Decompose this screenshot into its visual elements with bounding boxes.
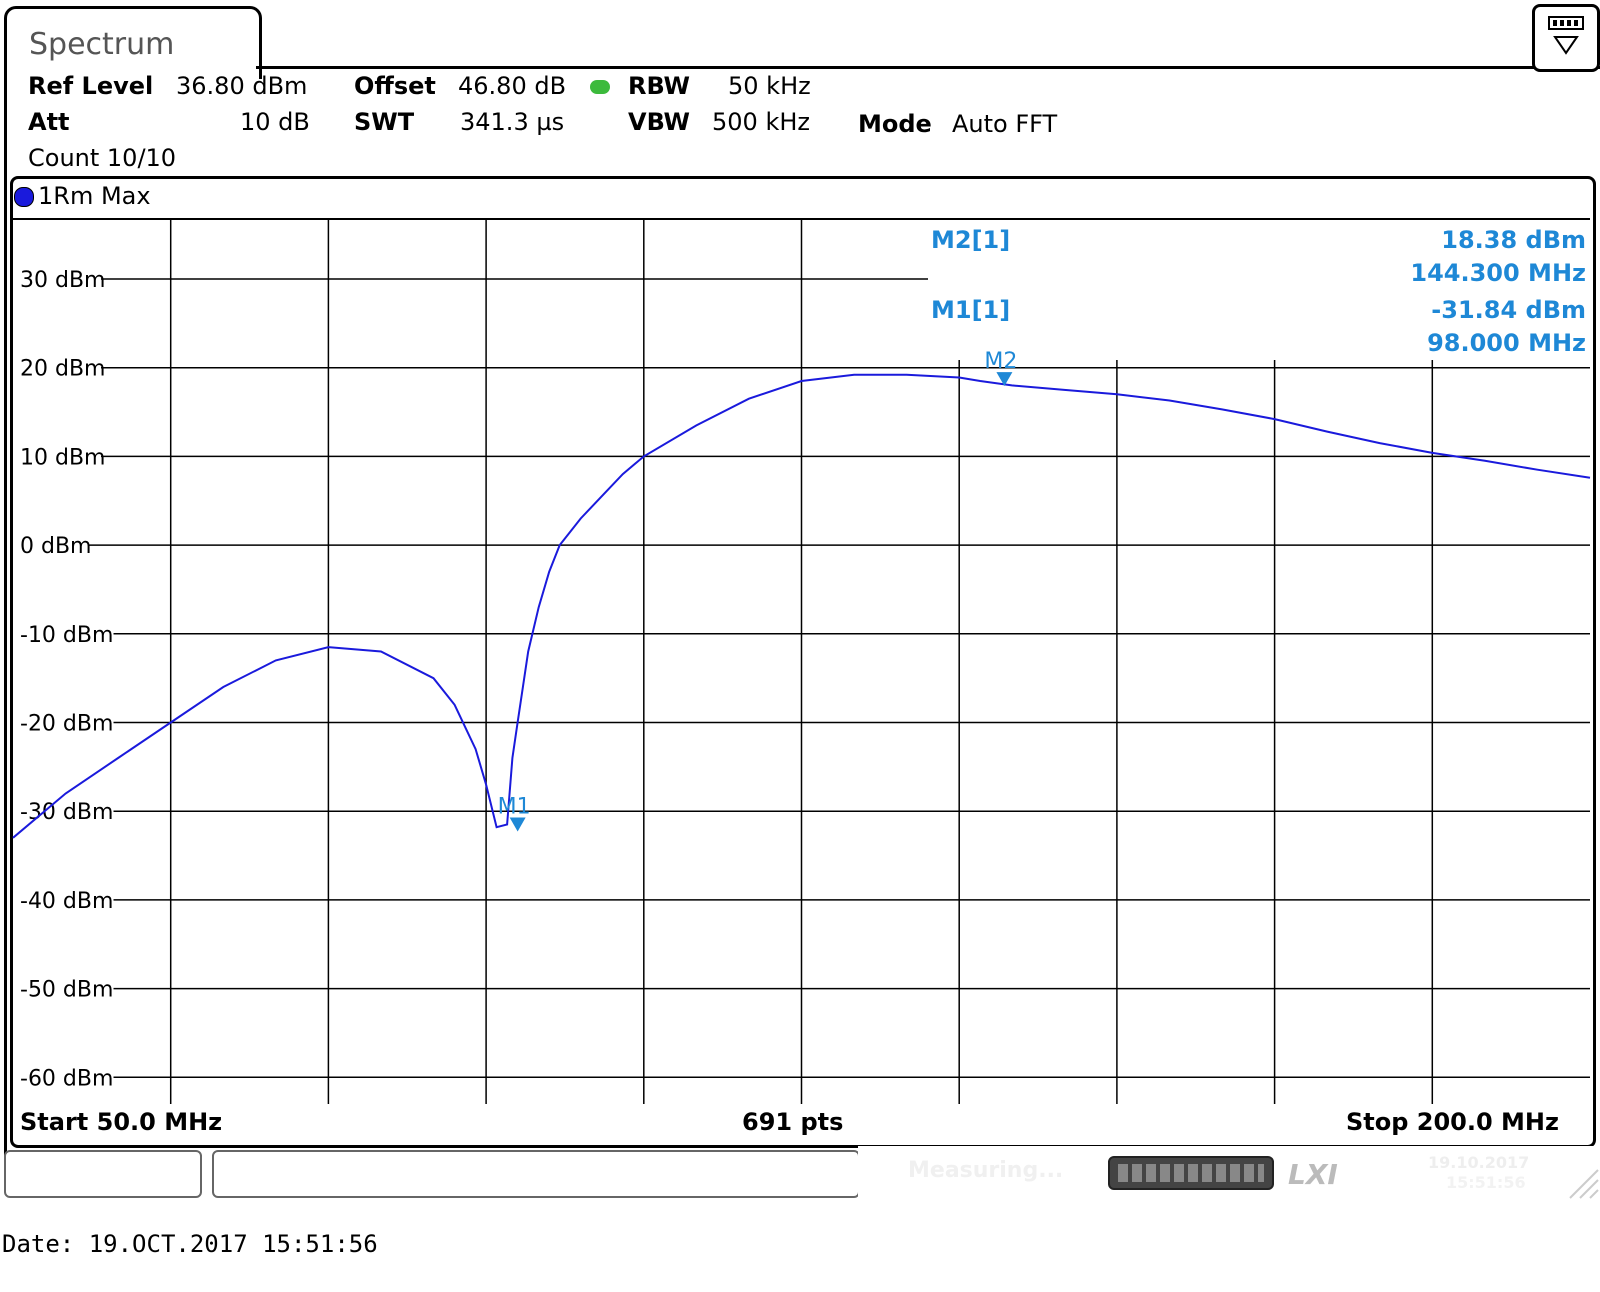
y-tick-label: -40 dBm	[20, 889, 113, 914]
marker-m1-label: M1	[498, 795, 531, 820]
marker-m1-icon[interactable]	[509, 817, 526, 832]
spectrum-chart[interactable]: 30 dBm 20 dBm 10 dBm 0 dBm -10 dBm -20 dBm -30…	[0, 0, 1600, 1150]
status-time: 15:51:56	[1446, 1173, 1526, 1192]
y-tick-label: -30 dBm	[20, 800, 113, 825]
marker-table-frequency: 144.300 MHz	[1410, 259, 1586, 287]
lxi-logo: LXI	[1288, 1158, 1338, 1191]
status-input-box-2[interactable]	[212, 1150, 860, 1198]
marker-table-name: M1[1]	[931, 296, 1010, 324]
marker-table-level: 18.38 dBm	[1441, 226, 1586, 254]
screenshot-date: Date: 19.OCT.2017 15:51:56	[2, 1230, 378, 1258]
y-tick-label: -10 dBm	[20, 623, 113, 648]
y-tick-label: 0 dBm	[20, 534, 91, 559]
trace-label: 1Rm Max	[38, 182, 151, 210]
marker-table-level: -31.84 dBm	[1431, 296, 1586, 324]
measuring-status: Measuring...	[908, 1158, 1064, 1183]
status-input-box-1[interactable]	[4, 1150, 202, 1198]
marker-table-name: M2[1]	[931, 226, 1010, 254]
status-date: 19.10.2017	[1428, 1153, 1530, 1172]
y-tick-label: -50 dBm	[20, 978, 113, 1003]
sweep-points: 691 pts	[742, 1108, 844, 1136]
y-tick-label: -60 dBm	[20, 1066, 113, 1091]
y-tick-label: 10 dBm	[20, 445, 105, 470]
stop-frequency: Stop 200.0 MHz	[1346, 1108, 1559, 1136]
resize-grip-icon[interactable]	[1566, 1146, 1600, 1202]
start-frequency: Start 50.0 MHz	[20, 1108, 223, 1136]
y-tick-label: 20 dBm	[20, 357, 105, 382]
y-tick-label: -20 dBm	[20, 712, 113, 737]
progress-bar	[1108, 1156, 1274, 1190]
y-tick-label: 30 dBm	[20, 268, 105, 293]
trace-indicator-icon	[14, 187, 34, 207]
marker-table-frequency: 98.000 MHz	[1427, 329, 1586, 357]
marker-m2-label: M2	[984, 349, 1017, 374]
